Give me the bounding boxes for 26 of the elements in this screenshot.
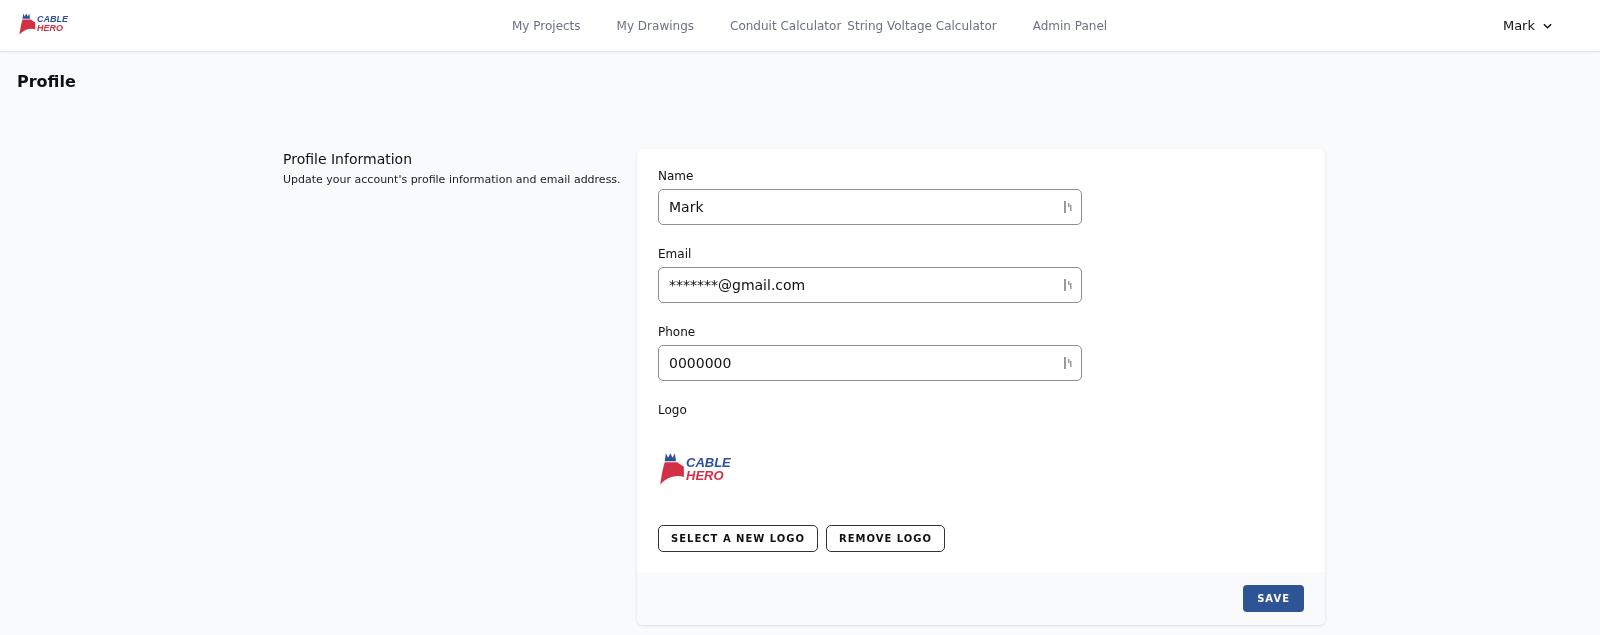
field-label: Email: [658, 247, 692, 261]
logo-button[interactable]: SELECT A NEW LOGO: [658, 525, 819, 552]
section-description: Update your account's profile information and email address.: [283, 173, 622, 186]
page-title: Profile: [16, 71, 77, 93]
nav-link[interactable]: String Voltage Calculator: [847, 18, 997, 33]
nav-link[interactable]: My Projects: [512, 18, 581, 33]
nav-link[interactable]: My Drawings: [616, 18, 694, 33]
user-menu[interactable]: Mark: [1502, 18, 1552, 33]
field-label: Logo: [658, 403, 687, 417]
nav-link[interactable]: Conduit Calculator: [730, 18, 842, 33]
caped-hero-icon: [18, 11, 36, 36]
logo-text: HERO: [686, 469, 725, 482]
text-input[interactable]: *******@gmail.com: [658, 267, 1082, 303]
field-label: Name: [658, 169, 694, 183]
field-label: Phone: [658, 325, 696, 339]
chevron-down-icon: [1543, 22, 1552, 29]
logo-text: CABLE: [37, 14, 68, 24]
text-input[interactable]: Mark: [658, 189, 1082, 225]
nav-link[interactable]: Admin Panel: [1032, 18, 1108, 33]
logo-text: HERO: [37, 23, 64, 33]
logo-button[interactable]: REMOVE LOGO: [826, 525, 946, 552]
logo-text: CABLE: [686, 456, 731, 469]
caped-hero-icon: [658, 451, 685, 487]
save-button[interactable]: SAVE: [1243, 585, 1304, 612]
section-title: Profile Information: [283, 151, 414, 167]
text-input[interactable]: 0000000: [658, 345, 1082, 381]
